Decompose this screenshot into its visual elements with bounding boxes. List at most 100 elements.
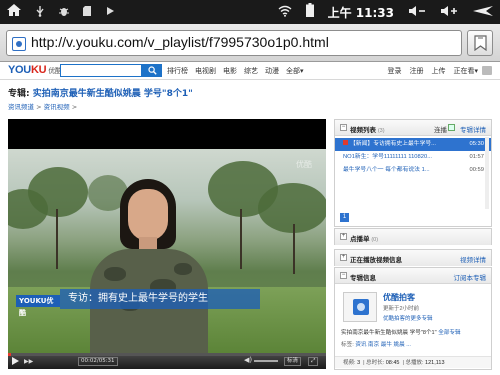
breadcrumb-news-video[interactable]: 资讯视频 — [44, 103, 70, 111]
nav-item-movie[interactable]: 电影 — [223, 66, 237, 76]
dianbo-count: (0) — [371, 237, 379, 243]
subscribe-album-link[interactable]: 订阅本专辑 — [454, 272, 487, 282]
dianbo-header[interactable]: + 点播单 (0) — [335, 229, 491, 245]
video-player[interactable]: 优酷 YOUKU优酷 专访：拥有史上最牛学号的学生 ▶▶ 00:02/05:31… — [8, 119, 326, 369]
tree-trunk — [240, 209, 242, 269]
youku-header: YOUKU 优酷 排行榜 电视剧 电影 综艺 动漫 全部▾ 登录 注册 上传 正在… — [0, 62, 500, 80]
person-face — [128, 189, 168, 241]
nav-item-all[interactable]: 全部▾ — [286, 66, 304, 76]
login-link[interactable]: 登录 — [387, 66, 401, 76]
playlist-panel: − 视频列表 (3) 连播 专辑详情 【新闻】专访拥有史上最牛学号... 05:3… — [334, 119, 492, 227]
playlist-title-text: 视频列表 — [350, 127, 376, 134]
playlist-item-duration: 00:59 — [469, 167, 484, 173]
sd-card-icon — [82, 4, 92, 22]
expand-toggle-icon[interactable]: + — [340, 233, 347, 240]
dianbo-title: 点播单 (0) — [350, 233, 378, 243]
progress-fill — [8, 353, 12, 356]
playlist-page-1[interactable]: 1 — [340, 213, 349, 222]
youku-logo[interactable]: YOUKU 优酷 — [8, 64, 62, 76]
camo-patch — [104, 267, 126, 281]
collapse-toggle-icon[interactable]: − — [340, 272, 347, 279]
playlist-header: − 视频列表 (3) 连播 专辑详情 — [335, 120, 491, 136]
playlist-scrollbar[interactable] — [485, 137, 489, 209]
autoplay-checkbox[interactable] — [448, 124, 455, 131]
tree-trunk — [293, 224, 295, 274]
now-playing-panel: + 正在播放视频信息 视频详情 — [334, 249, 492, 266]
album-detail-link[interactable]: 专辑详情 — [460, 124, 486, 134]
video-frame[interactable]: 优酷 YOUKU优酷 专访：拥有史上最牛学号的学生 — [8, 149, 326, 353]
now-playing-title: 正在播放视频信息 — [350, 257, 402, 264]
back-icon[interactable] — [472, 4, 494, 22]
fullscreen-button[interactable]: ⤢ — [308, 357, 319, 366]
breadcrumb: 资讯频道 > 资讯视频 > — [8, 101, 77, 111]
url-text[interactable]: http://v.youku.com/v_playlist/f7995730o1… — [31, 34, 329, 50]
watching-link[interactable]: 正在看▾ — [453, 66, 478, 76]
video-caption: 专访：拥有史上最牛学号的学生 — [60, 289, 260, 309]
youku-search-input[interactable] — [60, 64, 142, 77]
logo-ku: KU — [30, 64, 47, 76]
status-ampm: 上午 — [327, 6, 352, 20]
status-time: 上午 11:33 — [328, 4, 394, 21]
album-info-title: 专辑信息 — [350, 275, 376, 282]
album-info-header: − 专辑信息 订阅本专辑 — [335, 268, 491, 284]
quality-button[interactable]: 标清 — [284, 357, 302, 366]
menu-arrow-icon[interactable] — [482, 66, 492, 75]
album-info-panel: − 专辑信息 订阅本专辑 优酷拍客 更新于2小时前 优酷拍客的更多专辑 实拍南京… — [334, 267, 492, 370]
breadcrumb-separator: > — [71, 103, 78, 111]
nav-item-rank[interactable]: 排行榜 — [167, 66, 188, 76]
volume-up-icon[interactable] — [440, 4, 458, 22]
bookmark-button[interactable] — [467, 30, 493, 56]
playlist-item[interactable]: NO1新生：学号11111111 110820... 01:57 — [335, 151, 491, 164]
bug-icon — [58, 4, 70, 22]
album-title-link[interactable]: 实拍南京最牛新生酷似姚晨 学号"8个1" — [33, 89, 193, 99]
stat-length-value: 08:45 — [385, 360, 400, 366]
now-playing-header[interactable]: + 正在播放视频信息 视频详情 — [335, 250, 491, 266]
playlist-item[interactable]: 最牛学号八个一 每个都有说法 1... 00:59 — [335, 164, 491, 177]
caption-logo: YOUKU优酷 — [16, 295, 60, 317]
youku-search-button[interactable] — [142, 64, 162, 77]
tablet-screen: 上午 11:33 http://v.youku.com/v_playlist/f… — [0, 0, 500, 375]
video-detail-link[interactable]: 视频详情 — [460, 254, 486, 264]
upload-link[interactable]: 上传 — [431, 66, 445, 76]
search-icon — [147, 66, 157, 75]
status-clock: 11:33 — [355, 6, 394, 20]
collapse-toggle-icon[interactable]: − — [340, 124, 347, 131]
url-field[interactable]: http://v.youku.com/v_playlist/f7995730o1… — [6, 30, 462, 56]
stat-plays-label: 总播放: — [405, 360, 424, 366]
playlist-item-label: NO1新生：学号11111111 110820... — [343, 154, 433, 160]
progress-bar[interactable] — [8, 353, 326, 356]
bookmark-icon — [474, 35, 487, 51]
player-controls: ▶▶ 00:02/05:31 ◀) 标清 ⤢ — [8, 353, 326, 369]
volume-slider[interactable] — [254, 360, 278, 362]
album-description: 实拍南京最牛新生酷似姚晨 学号"8个1" 全部专辑 — [341, 328, 461, 336]
logo-you: YOU — [8, 64, 31, 76]
uploader-more-link[interactable]: 优酷拍客的更多专辑 — [383, 314, 433, 322]
battery-icon — [305, 3, 314, 22]
status-bar-left — [6, 3, 116, 22]
album-description-text: 实拍南京最牛新生酷似姚晨 学号"8个1" — [341, 330, 437, 336]
nav-item-variety[interactable]: 综艺 — [244, 66, 258, 76]
camera-icon — [353, 299, 369, 315]
volume-icon[interactable]: ◀) — [244, 356, 252, 364]
breadcrumb-news-channel[interactable]: 资讯频道 — [8, 103, 34, 111]
playlist-item-label: 最牛学号八个一 每个都有说法 1... — [343, 167, 430, 173]
nav-item-anime[interactable]: 动漫 — [265, 66, 279, 76]
user-links: 登录 注册 上传 正在看▾ — [379, 66, 492, 76]
tags-list[interactable]: 资讯 南京 最牛 姚晨 ... — [355, 342, 411, 348]
register-link[interactable]: 注册 — [409, 66, 423, 76]
tree-trunk — [56, 209, 58, 269]
uploader-avatar[interactable] — [343, 292, 377, 322]
playlist-item[interactable]: 【新闻】专访拥有史上最牛学号... 05:30 — [335, 138, 491, 151]
next-icon[interactable]: ▶▶ — [24, 358, 33, 365]
playlist-item-duration: 01:57 — [469, 154, 484, 160]
play-icon[interactable] — [12, 357, 19, 365]
volume-down-icon[interactable] — [408, 4, 426, 22]
dianbo-title-text: 点播单 — [350, 236, 370, 243]
album-stats: 视频: 3 | 总时长: 08:45 | 总播放: 121,113 — [335, 356, 491, 368]
home-icon[interactable] — [6, 3, 22, 22]
uploader-updated: 更新于2小时前 — [383, 306, 420, 312]
expand-toggle-icon[interactable]: + — [340, 254, 347, 261]
uploader-name[interactable]: 优酷拍客 — [383, 292, 415, 303]
all-albums-link[interactable]: 全部专辑 — [438, 330, 460, 336]
nav-item-tv[interactable]: 电视剧 — [195, 66, 216, 76]
